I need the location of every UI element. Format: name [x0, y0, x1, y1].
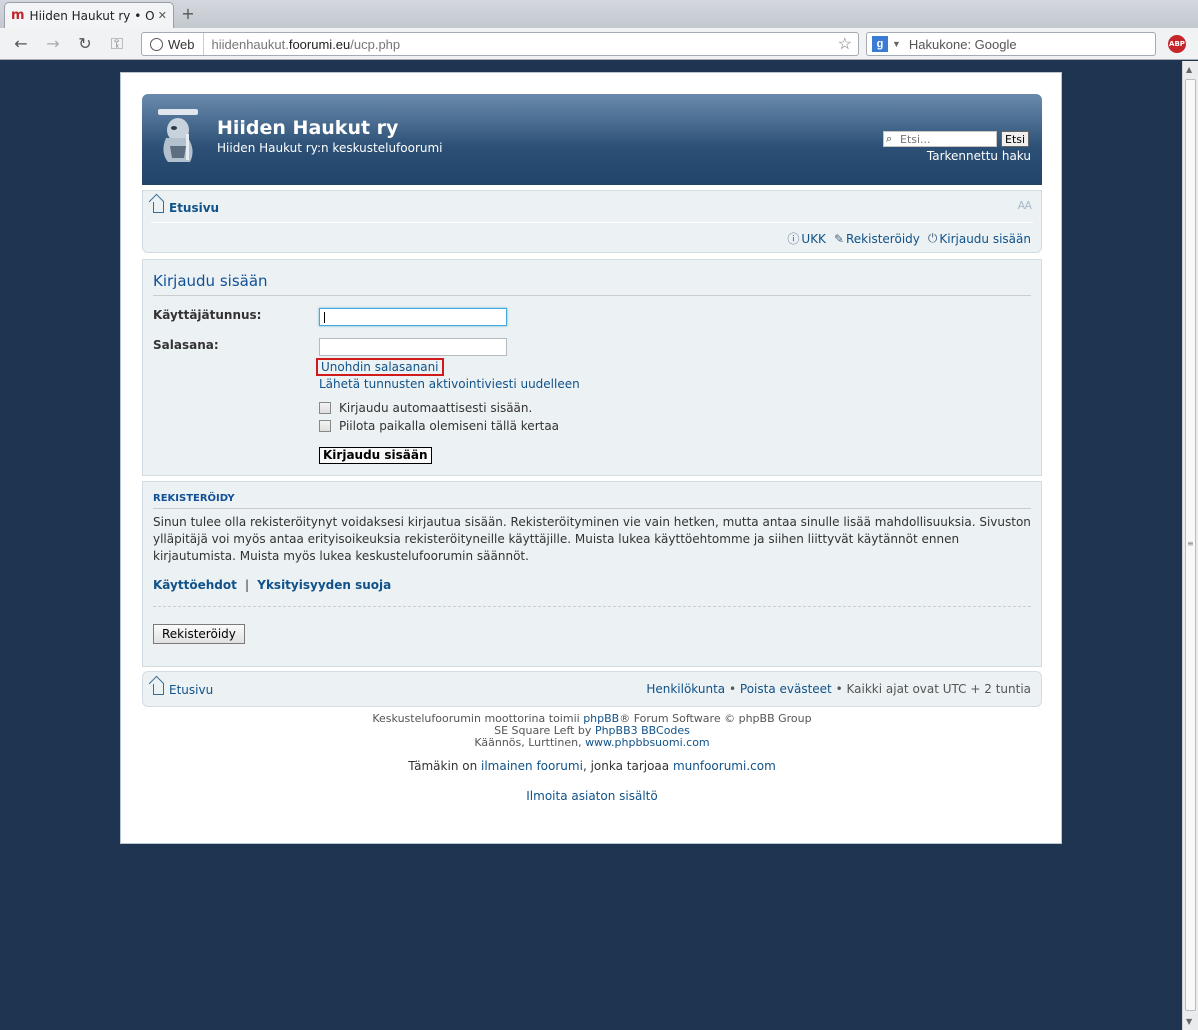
report-link-wrap: Ilmoita asiaton sisältö	[142, 789, 1042, 803]
navbar: Etusivu AA ⓘ UKK ✎ Rekisteröidy ⏻ Kirjaudu …	[142, 190, 1042, 253]
question-icon: ⓘ	[787, 232, 800, 246]
close-tab-icon[interactable]: ✕	[158, 9, 167, 22]
header-search: ⌕ Etsi	[883, 131, 1030, 147]
scroll-up-icon[interactable]: ▲	[1186, 65, 1192, 74]
divider	[153, 295, 1031, 296]
autologin-checkbox[interactable]: Kirjaudu automaattisesti sisään.	[319, 401, 532, 415]
url-text: hiidenhaukut.foorumi.eu/ucp.php	[211, 36, 401, 52]
divider	[151, 222, 1033, 223]
privacy-link[interactable]: Yksityisyyden suoja	[257, 578, 391, 592]
search-engine-label: Hakukone: Google	[908, 36, 1017, 52]
username-field[interactable]	[319, 308, 507, 326]
footer-links: Henkilökunta • Poista evästeet • Kaikki …	[646, 682, 1031, 696]
free-forum-link[interactable]: ilmainen foorumi	[481, 759, 583, 773]
forward-icon[interactable]: →	[42, 34, 64, 54]
nav-links: ⓘ UKK ✎ Rekisteröidy ⏻ Kirjaudu sisään	[787, 230, 1031, 247]
password-field[interactable]	[319, 338, 507, 356]
divider	[153, 606, 1031, 607]
register-text: Sinun tulee olla rekisteröitynyt voidaks…	[153, 515, 1031, 563]
register-link[interactable]: ✎ Rekisteröidy	[834, 230, 920, 247]
members-link[interactable]: Henkilökunta	[646, 682, 725, 696]
login-link[interactable]: ⏻ Kirjaudu sisään	[928, 230, 1031, 247]
report-content-link[interactable]: Ilmoita asiaton sisältö	[526, 789, 657, 803]
browser-toolbar: ← → ↻ ⚿ Web hiidenhaukut.foorumi.eu/ucp.…	[0, 28, 1198, 60]
new-tab-icon[interactable]: +	[178, 5, 198, 23]
site-logo-icon[interactable]	[156, 106, 202, 166]
copyright: Keskustelufoorumin moottorina toimii php…	[372, 712, 812, 749]
site-description: Hiiden Haukut ry:n keskustelufoorumi	[217, 141, 443, 155]
reload-icon[interactable]: ↻	[74, 34, 96, 54]
timezone-text: Kaikki ajat ovat UTC + 2 tuntia	[846, 682, 1032, 696]
checkbox-icon[interactable]	[319, 420, 331, 432]
advanced-search-link[interactable]: Tarkennettu haku	[927, 149, 1031, 163]
search-input[interactable]	[883, 131, 997, 147]
hide-online-checkbox[interactable]: Piilota paikalla olemiseni tällä kertaa	[319, 419, 559, 433]
resend-activation-link[interactable]: Lähetä tunnusten aktivointiviesti uudell…	[319, 377, 580, 391]
power-icon: ⏻	[927, 231, 938, 245]
scrollbar-grip-icon: ≡	[1187, 539, 1194, 548]
username-label: Käyttäjätunnus:	[153, 308, 262, 322]
browser-tab[interactable]: m Hiiden Haukut ry • Om… ✕	[4, 2, 174, 28]
login-title: Kirjaudu sisään	[153, 272, 268, 290]
site-header: Hiiden Haukut ry Hiiden Haukut ry:n kesk…	[142, 94, 1042, 185]
favicon-icon: m	[11, 8, 25, 23]
terms-link[interactable]: Käyttöehdot	[153, 578, 237, 592]
search-button[interactable]: Etsi	[1001, 131, 1030, 147]
site-info-chip[interactable]: Web	[142, 33, 204, 55]
password-label: Salasana:	[153, 338, 219, 352]
separator: |	[245, 578, 250, 592]
key-icon[interactable]: ⚿	[106, 34, 128, 54]
register-title: REKISTERÖIDY	[153, 493, 235, 504]
tab-title: Hiiden Haukut ry • Om…	[29, 8, 154, 23]
register-icon: ✎	[833, 231, 844, 246]
checkbox-icon[interactable]	[319, 402, 331, 414]
globe-icon	[150, 37, 163, 51]
browser-search-box[interactable]: g ▼ Hakukone: Google	[866, 32, 1156, 56]
vertical-scrollbar[interactable]: ▲ ≡ ▼	[1182, 61, 1198, 1030]
terms-links: Käyttöehdot | Yksityisyyden suoja	[153, 578, 391, 592]
phpbbsuomi-link[interactable]: www.phpbbsuomi.com	[585, 736, 710, 749]
divider	[153, 508, 1031, 509]
register-panel: REKISTERÖIDY Sinun tulee olla rekisteröi…	[142, 481, 1042, 667]
login-panel: Kirjaudu sisään Käyttäjätunnus: Salasana…	[142, 259, 1042, 476]
google-icon: g	[872, 36, 888, 52]
adblock-icon[interactable]: ABP	[1168, 35, 1186, 53]
delete-cookies-link[interactable]: Poista evästeet	[740, 682, 832, 696]
address-bar[interactable]: Web hiidenhaukut.foorumi.eu/ucp.php ☆	[141, 32, 859, 56]
home-icon	[153, 202, 164, 213]
faq-link[interactable]: ⓘ UKK	[787, 230, 826, 247]
register-button[interactable]: Rekisteröidy	[153, 624, 245, 644]
back-icon[interactable]: ←	[10, 34, 32, 54]
chevron-down-icon[interactable]: ▼	[892, 39, 901, 49]
font-size-toggle[interactable]: AA	[1018, 199, 1032, 212]
search-icon: ⌕	[886, 132, 893, 145]
login-button[interactable]: Kirjaudu sisään	[319, 447, 432, 464]
forgot-password-link[interactable]: Unohdin salasanani	[316, 358, 444, 376]
scroll-down-icon[interactable]: ▼	[1186, 1017, 1192, 1026]
site-title[interactable]: Hiiden Haukut ry	[217, 117, 398, 139]
footer-home-link[interactable]: Etusivu	[153, 683, 213, 697]
promo-text: Tämäkin on ilmainen foorumi, jonka tarjo…	[408, 759, 776, 773]
munfoorumi-link[interactable]: munfoorumi.com	[673, 759, 776, 773]
tab-bar: m Hiiden Haukut ry • Om… ✕ +	[0, 0, 1198, 28]
home-link[interactable]: Etusivu	[153, 201, 219, 215]
bookmark-star-icon[interactable]: ☆	[838, 34, 858, 54]
footer-bar: Etusivu Henkilökunta • Poista evästeet •…	[142, 671, 1042, 707]
page-wrapper: Hiiden Haukut ry Hiiden Haukut ry:n kesk…	[120, 72, 1062, 844]
home-icon	[153, 684, 164, 695]
